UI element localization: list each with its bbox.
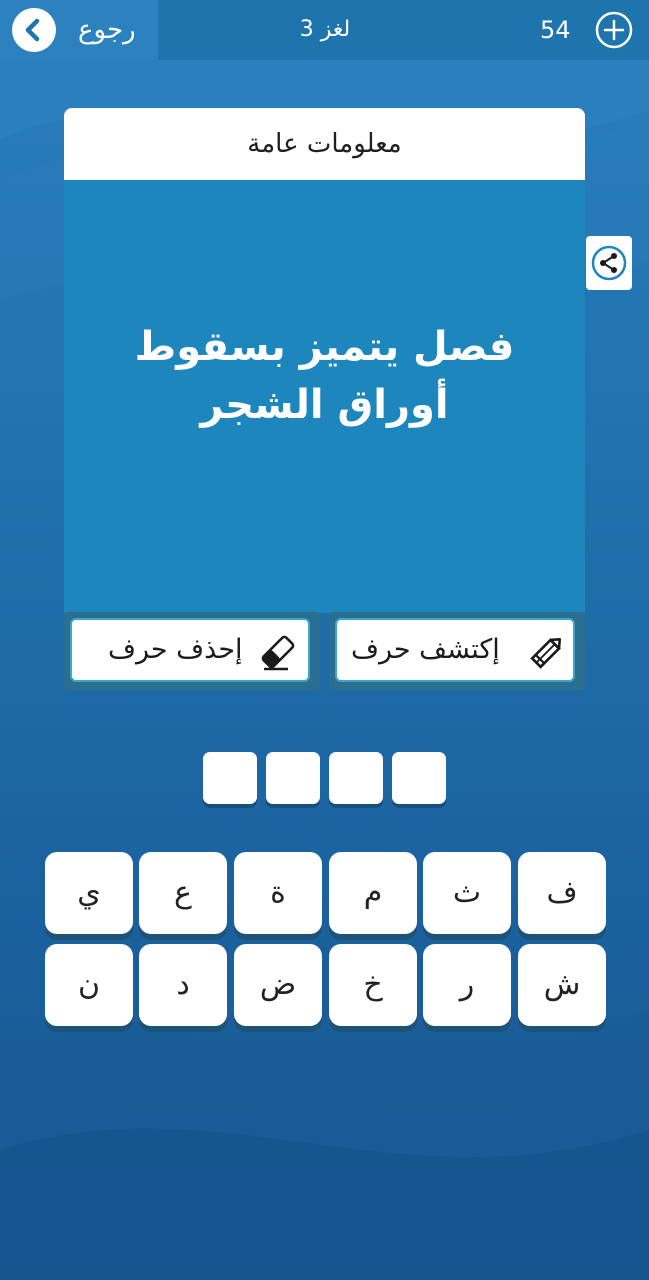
plus-circle-icon[interactable] bbox=[594, 10, 634, 50]
letter-key[interactable]: ف bbox=[518, 852, 606, 934]
answer-slot[interactable] bbox=[203, 752, 257, 804]
reveal-letter-button[interactable]: إكتشف حرف bbox=[335, 618, 575, 682]
answer-slot[interactable] bbox=[392, 752, 446, 804]
answer-slot[interactable] bbox=[329, 752, 383, 804]
answer-slot[interactable] bbox=[266, 752, 320, 804]
letter-key[interactable]: م bbox=[329, 852, 417, 934]
back-label: رجوع bbox=[78, 15, 136, 45]
letter-key[interactable]: خ bbox=[329, 944, 417, 1026]
question-card: معلومات عامة فصل يتميز بسقوط أوراق الشجر bbox=[64, 108, 585, 613]
remove-letter-label: إحذف حرف bbox=[108, 634, 243, 665]
reveal-letter-label: إكتشف حرف bbox=[351, 634, 500, 665]
letter-key[interactable]: ش bbox=[518, 944, 606, 1026]
share-button[interactable] bbox=[586, 236, 632, 290]
question-text: فصل يتميز بسقوط أوراق الشجر bbox=[134, 324, 515, 428]
letter-key[interactable]: ة bbox=[234, 852, 322, 934]
level-title: لغز 3 bbox=[299, 17, 351, 42]
remove-letter-button[interactable]: إحذف حرف bbox=[70, 618, 310, 682]
letter-key[interactable]: ر bbox=[423, 944, 511, 1026]
pencil-icon bbox=[530, 637, 562, 669]
back-button[interactable]: رجوع bbox=[0, 0, 158, 60]
reveal-letter-wrap: إكتشف حرف bbox=[329, 612, 585, 690]
letter-key[interactable]: ض bbox=[234, 944, 322, 1026]
eraser-icon bbox=[261, 635, 295, 671]
category-header: معلومات عامة bbox=[64, 108, 585, 180]
remove-letter-wrap: إحذف حرف bbox=[64, 612, 320, 690]
letter-key[interactable]: ث bbox=[423, 852, 511, 934]
letter-key[interactable]: ن bbox=[45, 944, 133, 1026]
coins-count: 54 bbox=[540, 16, 571, 44]
top-bar: رجوع لغز 3 54 bbox=[0, 0, 649, 60]
letter-key[interactable]: ي bbox=[45, 852, 133, 934]
letter-key[interactable]: د bbox=[139, 944, 227, 1026]
category-title: معلومات عامة bbox=[247, 129, 402, 159]
chevron-left-icon bbox=[12, 8, 56, 52]
letter-key[interactable]: ع bbox=[139, 852, 227, 934]
share-icon bbox=[591, 245, 627, 281]
